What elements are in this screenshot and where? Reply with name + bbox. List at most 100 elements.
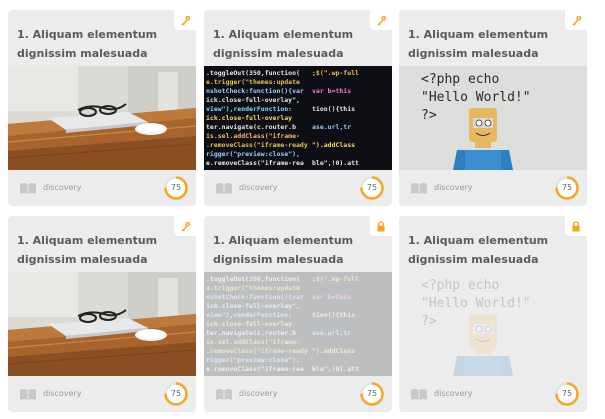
card-title[interactable]: 1. Aliquam elementum dignissim malesuada [17,231,192,269]
svg-text:tion(){this: tion(){this [312,105,355,113]
book-icon [411,183,427,194]
key-icon [180,15,190,26]
progress-ring: 75 [554,175,580,201]
svg-text:ick.close-full-overlay: ick.close-full-overlay [206,114,292,122]
svg-text:ase.url,tr: ase.url,tr [312,123,351,131]
laptop-desk-image [8,66,196,170]
progress-value: 75 [366,389,378,398]
progress-ring: 75 [554,381,580,407]
svg-text:;$(".wp-full: ;$(".wp-full [312,275,359,283]
book-icon [216,183,232,194]
course-card-locked[interactable]: 1. Aliquam elementum dignissim malesuada… [204,216,392,412]
progress-ring: 75 [163,175,189,201]
card-image-laptop[interactable] [8,66,196,170]
card-title[interactable]: 1. Aliquam elementum dignissim malesuada [408,231,583,269]
svg-text:;$(".wp-full: ;$(".wp-full [312,69,359,77]
svg-text:nshotCheck:function(){var: nshotCheck:function(){var [206,87,304,95]
svg-text:tion(){this: tion(){this [312,311,355,319]
category-label: discovery [434,389,473,398]
lock-icon [377,220,385,232]
course-card[interactable]: 1. Aliquam elementum dignissim malesuada… [399,10,587,206]
category-label: discovery [239,389,278,398]
svg-text:ble",!0).att: ble",!0).att [312,365,359,373]
key-badge [174,216,196,236]
svg-text:var b=this: var b=this [312,293,351,301]
book-icon [411,389,427,400]
hello-world-image: <?php echo "Hello World!" ?> [399,272,587,376]
card-footer: discovery 75 [8,376,196,412]
code-screen-image: .toggleOut(350,function( e.trigger("them… [204,272,392,376]
svg-text:e.trigger("themes:update: e.trigger("themes:update [206,78,300,86]
laptop-desk-image [8,272,196,376]
svg-text:ter.navigate(c.router.b: ter.navigate(c.router.b [206,123,296,131]
progress-value: 75 [170,183,182,192]
svg-text:e.removeClass("iframe-rea: e.removeClass("iframe-rea [206,159,304,167]
svg-text:view"),renderFunction:: view"),renderFunction: [206,311,292,319]
progress-ring: 75 [163,381,189,407]
php-line-1: <?php echo [421,72,499,87]
svg-text:").addClass: ").addClass [312,347,355,355]
svg-text:ble",!0).att: ble",!0).att [312,159,359,167]
php-line-1: <?php echo [421,278,499,293]
svg-text:rigger("preview:close"),: rigger("preview:close"), [206,356,300,364]
code-screen-image: .toggleOut(350,function( e.trigger("them… [204,66,392,170]
lock-badge [565,216,587,236]
svg-text:is.sel.addClass("iframe-: is.sel.addClass("iframe- [206,132,300,140]
php-line-3: ?> [421,108,437,123]
course-card[interactable]: 1. Aliquam elementum dignissim malesuada [8,10,196,206]
card-title[interactable]: 1. Aliquam elementum dignissim malesuada [17,25,192,63]
course-card-locked[interactable]: 1. Aliquam elementum dignissim malesuada… [399,216,587,412]
card-title[interactable]: 1. Aliquam elementum dignissim malesuada [213,231,388,269]
key-badge [565,10,587,30]
progress-value: 75 [366,183,378,192]
card-image-code[interactable]: .toggleOut(350,function( e.trigger("them… [204,272,392,376]
svg-text:.toggleOut(350,function(: .toggleOut(350,function( [206,69,300,77]
svg-text:nshotCheck:function(){var: nshotCheck:function(){var [206,293,304,301]
card-title[interactable]: 1. Aliquam elementum dignissim malesuada [213,25,388,63]
card-footer: discovery 75 [204,170,392,206]
svg-text:ick.close-full-overlay",: ick.close-full-overlay", [206,96,300,104]
category-label: discovery [43,389,82,398]
svg-text:.toggleOut(350,function(: .toggleOut(350,function( [206,275,300,283]
svg-text:rigger("preview:close"),: rigger("preview:close"), [206,150,300,158]
card-footer: discovery 75 [8,170,196,206]
progress-ring: 75 [359,175,385,201]
svg-text:.removeClass("iframe-ready: .removeClass("iframe-ready [206,347,308,355]
key-badge [174,10,196,30]
book-icon [20,389,36,400]
svg-text:ick.close-full-overlay",: ick.close-full-overlay", [206,302,300,310]
key-icon [376,15,386,26]
progress-value: 75 [170,389,182,398]
card-image-hello-world[interactable]: <?php echo "Hello World!" ?> [399,272,587,376]
hello-world-image: <?php echo "Hello World!" ?> [399,66,587,170]
course-card[interactable]: 1. Aliquam elementum dignissim malesuada… [204,10,392,206]
card-footer: discovery 75 [399,376,587,412]
progress-ring: 75 [359,381,385,407]
svg-text:ter.navigate(c.router.b: ter.navigate(c.router.b [206,329,296,337]
category-label: discovery [239,183,278,192]
category-label: discovery [434,183,473,192]
card-title[interactable]: 1. Aliquam elementum dignissim malesuada [408,25,583,63]
php-line-3: ?> [421,314,437,329]
book-icon [20,183,36,194]
card-footer: discovery 75 [204,376,392,412]
svg-text:").addClass: ").addClass [312,141,355,149]
svg-text:var b=this: var b=this [312,87,351,95]
key-icon [180,221,190,232]
card-footer: discovery 75 [399,170,587,206]
lock-icon [572,220,580,232]
php-line-2: "Hello World!" [421,90,531,105]
svg-text:ick.close-full-overlay: ick.close-full-overlay [206,320,292,328]
card-image-laptop[interactable] [8,272,196,376]
svg-text:.removeClass("iframe-ready: .removeClass("iframe-ready [206,141,308,149]
svg-text:ase.url,tr: ase.url,tr [312,329,351,337]
svg-text:e.trigger("themes:update: e.trigger("themes:update [206,284,300,292]
progress-value: 75 [561,389,573,398]
course-card[interactable]: 1. Aliquam elementum dignissim malesuada [8,216,196,412]
lock-badge [370,216,392,236]
card-image-hello-world[interactable]: <?php echo "Hello World!" ?> [399,66,587,170]
svg-text:e.removeClass("iframe-rea: e.removeClass("iframe-rea [206,365,304,373]
category-label: discovery [43,183,82,192]
card-image-code[interactable]: .toggleOut(350,function( e.trigger("them… [204,66,392,170]
svg-text:is.sel.addClass("iframe-: is.sel.addClass("iframe- [206,338,300,346]
